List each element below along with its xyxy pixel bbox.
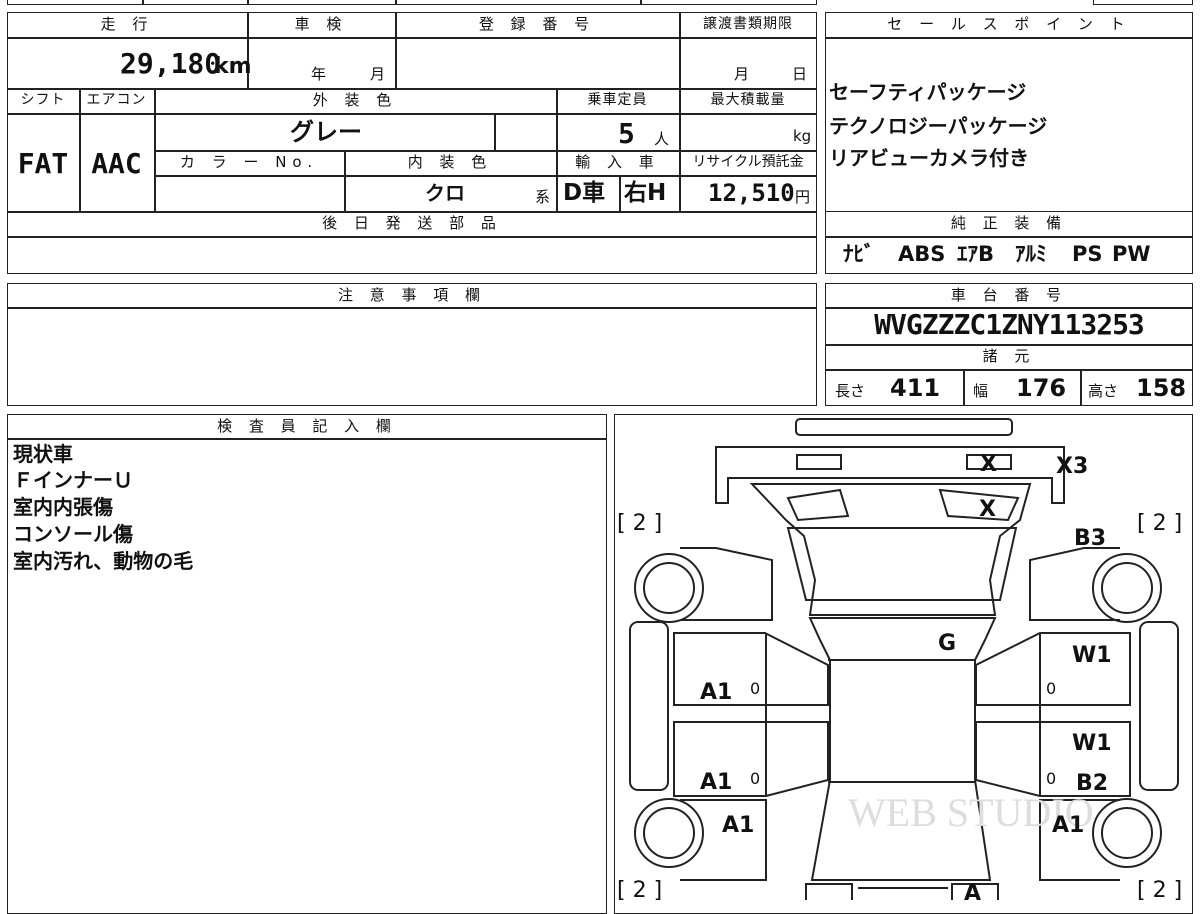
bracket-front-right: [ 2 ] [1137,511,1182,536]
wheel-rear-right [1092,798,1162,868]
damage-mark-a-rear: A [964,881,981,900]
front-bumper [795,418,1013,436]
right-sill [1139,621,1179,791]
door-mark-zero: 0 [750,679,760,698]
damage-mark-a1-rl-door: A1 [700,770,732,795]
door-mark-zero: 0 [750,769,760,788]
damage-mark-b3: B3 [1074,526,1106,551]
damage-mark-w1-rr-door: W1 [1072,731,1112,756]
damage-mark-w1-fr-door: W1 [1072,643,1112,668]
damage-mark-a1-rr-fender: A1 [1052,813,1084,838]
damage-mark-x-top: X [980,452,997,477]
bracket-rear-right: [ 2 ] [1137,878,1182,900]
damage-mark-a1-rl-fender: A1 [722,813,754,838]
bracket-front-left: [ 2 ] [617,511,662,536]
wheel-front-right [1092,553,1162,623]
damage-mark-a1-fl-door: A1 [700,680,732,705]
bracket-rear-left: [ 2 ] [617,878,662,900]
car-diagram: WEB STUDIO X X3 X B3 [ 2 ] [ 2 ] G A1 A1… [617,418,1182,900]
door-mark-zero: 0 [1046,679,1056,698]
damage-mark-b2: B2 [1076,771,1108,796]
door-mark-zero: 0 [1046,769,1056,788]
wheel-front-left [634,553,704,623]
cabin [808,617,997,881]
headlight-left [796,454,842,470]
rear-bumper [805,883,853,900]
right-front-fender [1029,547,1120,621]
left-sill [629,621,669,791]
damage-mark-x-hood: X [979,497,996,522]
wheel-rear-left [634,798,704,868]
windshield [786,527,1018,601]
damage-mark-x3: X3 [1056,454,1088,479]
damage-mark-g: G [938,631,956,656]
hood-vent-left [786,488,850,522]
